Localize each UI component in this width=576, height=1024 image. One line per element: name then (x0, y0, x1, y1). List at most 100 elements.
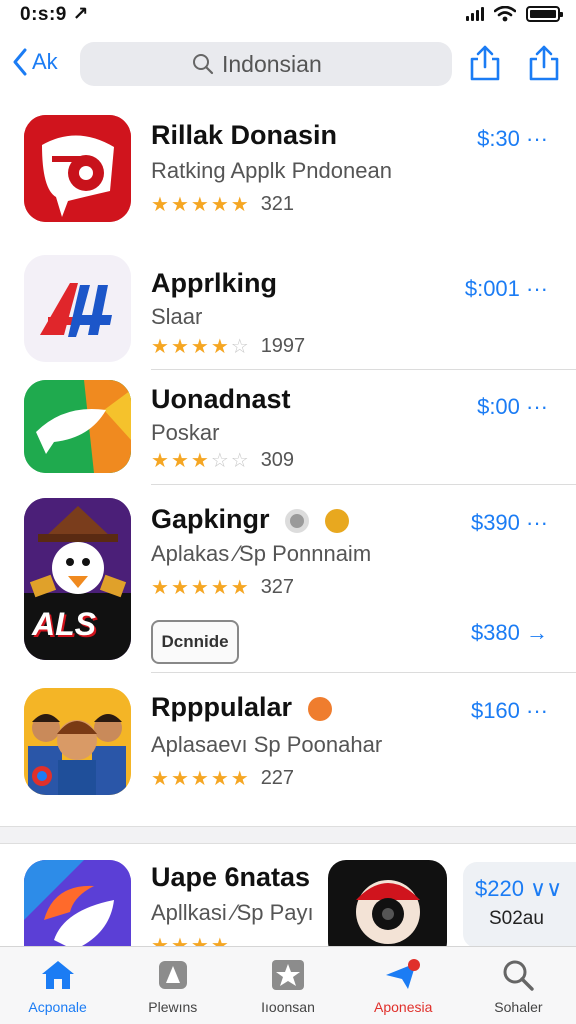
tab-arcade[interactable]: Iıoonsan (230, 947, 345, 1024)
star-icon: ★ (210, 335, 229, 358)
star-icon: ★ (190, 335, 209, 358)
app-name: Apprlking (151, 268, 277, 298)
app-name: Gapkingr (151, 504, 349, 535)
star-icon: ★ (210, 193, 229, 216)
price-button[interactable]: $160 ··· (471, 698, 548, 724)
battery-icon (526, 6, 563, 22)
row-divider (151, 369, 576, 370)
star-icon (272, 960, 304, 990)
app-icon (24, 688, 131, 795)
featured-app-icon[interactable] (328, 860, 447, 946)
app-name: Rillak Donasin (151, 120, 338, 150)
star-icon: ★ (190, 576, 209, 599)
star-icon: ★ (151, 193, 169, 216)
list-item[interactable]: Rillak Donasin Ratking Applk Pndonean ★ ★… (0, 112, 576, 237)
list-item[interactable]: Rpppulalar Aplasaevı Sp Poonahar ★ ★ ★ ★ ★ 2… (0, 686, 576, 814)
app-name: Uonadnast (151, 384, 291, 414)
star-icon: ★ (170, 449, 189, 472)
rating-count: 227 (260, 767, 295, 789)
share-icon[interactable] (467, 44, 503, 82)
apps-icon (158, 961, 187, 989)
app-rating: ★ ★ ★ ★ ★ 327 (151, 576, 294, 599)
star-icon: ★ (170, 335, 189, 358)
app-icon (24, 380, 131, 473)
rating-count: 1997 (260, 335, 306, 357)
half-star-icon: ★ (230, 193, 249, 216)
tab-label: Acponale (28, 999, 87, 1015)
rating-count: 321 (260, 193, 295, 215)
star-icon: ★ (170, 767, 189, 790)
row-divider (151, 484, 576, 485)
price-button[interactable]: $:30 ··· (477, 126, 548, 152)
price-button[interactable]: $:00 ··· (477, 394, 548, 420)
rating-count: 327 (260, 576, 295, 598)
app-subtitle: Aplasaevı Sp Poonahar (151, 732, 383, 757)
app-icon: ALS (24, 498, 131, 660)
list-item[interactable]: Uonadnast Poskar ★ ★ ★ ☆ ☆ 309 $:00 ··· (0, 378, 576, 486)
search-bar[interactable] (80, 42, 452, 86)
back-label: Ak (32, 49, 58, 74)
side-card-price[interactable]: $220 ∨∨ (475, 876, 562, 902)
star-icon: ★ (170, 193, 189, 216)
tab-label: Aponesia (374, 999, 433, 1015)
tab-label: Iıoonsan (261, 999, 315, 1015)
tab-updates[interactable]: Aponesia (346, 947, 461, 1024)
app-rating: ★ ★ ★ ★ ☆ 1997 (151, 335, 305, 358)
upload-icon[interactable] (526, 44, 562, 82)
star-icon: ★ (210, 767, 229, 790)
star-icon: ★ (190, 767, 209, 790)
nav-bar: Ak (0, 38, 576, 90)
app-rating: ★ ★ ★ ★ ★ 321 (151, 193, 294, 216)
medal-badge-icon (324, 508, 349, 533)
star-icon: ★ (151, 449, 169, 472)
star-icon: ★ (151, 576, 169, 599)
tab-search[interactable]: Sohaler (461, 947, 576, 1024)
star-icon: ★ (170, 935, 189, 946)
home-icon (41, 961, 74, 989)
tab-label: Plewıns (148, 999, 198, 1015)
tab-today[interactable]: Acponale (0, 947, 115, 1024)
app-icon (24, 115, 131, 222)
side-card[interactable]: $220 ∨∨ S02au (463, 862, 576, 948)
wifi-icon (494, 6, 516, 22)
app-icon-text: ALS (32, 606, 96, 642)
status-icons (466, 6, 563, 22)
status-bar: 0:s:9 ↗ (0, 0, 576, 32)
app-subtitle: Aplakas ⁄Sp Ponnnaim (151, 541, 372, 566)
app-name-text: Gapkingr (151, 504, 270, 534)
tab-bar: Acponale Plewıns Iıoonsan Aponesia Sohal… (0, 946, 576, 1024)
back-button[interactable]: Ak (12, 48, 58, 76)
app-rating: ★ ★ ★ ★ (151, 936, 229, 946)
star-icon: ★ (190, 449, 209, 472)
price-button[interactable]: $390 ··· (471, 510, 548, 536)
price-button[interactable]: $:001 ··· (465, 276, 548, 302)
search-input[interactable] (222, 50, 340, 78)
list-item[interactable]: ALS Gapkingr Aplakas ⁄Sp Ponnnaim ★ ★ ★ ★ ★ … (0, 496, 576, 673)
search-icon (503, 960, 535, 991)
plane-icon (386, 959, 421, 989)
download-button[interactable]: Dcnnide (151, 620, 239, 664)
row-divider (151, 672, 576, 673)
tab-label: Sohaler (494, 999, 543, 1015)
app-subtitle: Slaar (151, 304, 203, 329)
star-icon: ★ (170, 576, 189, 599)
search-icon (193, 54, 214, 75)
award-badge-icon (307, 696, 332, 721)
app-subtitle: Apllkasi ⁄Sp Payı (151, 900, 314, 925)
app-name: Rpppulalar (151, 692, 332, 723)
award-badge-icon (285, 508, 310, 533)
star-icon: ★ (190, 193, 209, 216)
app-subtitle: Ratking Applk Pndonean (151, 158, 392, 183)
app-icon (24, 860, 131, 946)
tab-apps[interactable]: Plewıns (115, 947, 230, 1024)
action-price-button[interactable]: $380 → (471, 620, 548, 646)
status-time: 0:s:9 ↗ (20, 4, 90, 25)
app-name-text: Rpppulalar (151, 692, 293, 722)
rating-count: 309 (260, 449, 295, 471)
list-item[interactable]: Apprlking Slaar ★ ★ ★ ★ ☆ 1997 $:001 ··· (0, 252, 576, 370)
star-icon: ★ (210, 935, 229, 946)
section-divider (0, 826, 576, 844)
half-star-icon: ★ (230, 767, 249, 790)
half-star-icon: ★ (230, 576, 249, 599)
star-icon: ★ (190, 935, 209, 946)
